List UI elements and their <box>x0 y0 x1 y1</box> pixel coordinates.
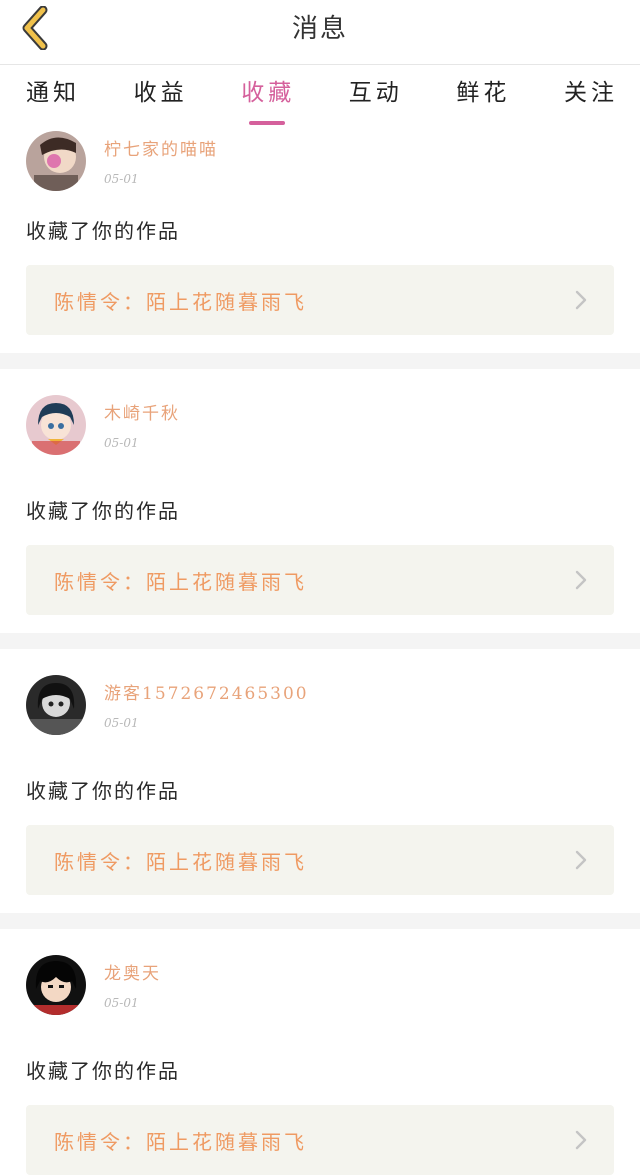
avatar[interactable] <box>26 131 86 191</box>
message-meta: 木崎千秋 05-01 <box>104 395 180 450</box>
chevron-right-icon <box>574 289 588 311</box>
avatar-image <box>26 395 86 455</box>
message-header: 龙奥天 05-01 <box>26 929 614 1039</box>
username[interactable]: 柠七家的喵喵 <box>104 135 218 160</box>
work-title: 陈情令：陌上花随暮雨飞 <box>54 569 307 594</box>
work-link[interactable]: 陈情令：陌上花随暮雨飞 <box>26 265 614 335</box>
message-meta: 龙奥天 05-01 <box>104 955 161 1010</box>
action-text: 收藏了你的作品 <box>26 219 180 243</box>
divider <box>0 353 640 369</box>
work-title: 陈情令：陌上花随暮雨飞 <box>54 849 307 874</box>
avatar[interactable] <box>26 955 86 1015</box>
divider <box>0 913 640 929</box>
avatar-image <box>26 131 86 191</box>
work-title: 陈情令：陌上花随暮雨飞 <box>54 289 307 314</box>
username[interactable]: 龙奥天 <box>104 959 161 984</box>
message-item: 柠七家的喵喵 05-01 收藏了你的作品 陈情令：陌上花随暮雨飞 <box>0 125 640 353</box>
message-item: 龙奥天 05-01 收藏了你的作品 陈情令：陌上花随暮雨飞 <box>0 929 640 1175</box>
avatar[interactable] <box>26 675 86 735</box>
message-item: 游客1572672465300 05-01 收藏了你的作品 陈情令：陌上花随暮雨… <box>0 649 640 913</box>
tab-follows[interactable]: 关注 <box>564 65 618 125</box>
work-link[interactable]: 陈情令：陌上花随暮雨飞 <box>26 1105 614 1175</box>
action-text: 收藏了你的作品 <box>26 779 180 803</box>
chevron-right-icon <box>574 569 588 591</box>
top-bar: 消息 <box>0 0 640 65</box>
avatar-image <box>26 675 86 735</box>
action-text: 收藏了你的作品 <box>26 1059 180 1083</box>
tab-favorites[interactable]: 收藏 <box>241 65 295 125</box>
tab-notifications[interactable]: 通知 <box>26 65 80 125</box>
message-header: 木崎千秋 05-01 <box>26 369 614 479</box>
message-meta: 游客1572672465300 05-01 <box>104 675 309 730</box>
message-header: 游客1572672465300 05-01 <box>26 649 614 759</box>
timestamp: 05-01 <box>104 996 139 1010</box>
avatar-image <box>26 955 86 1015</box>
tab-interactions[interactable]: 互动 <box>349 65 403 125</box>
chevron-right-icon <box>574 849 588 871</box>
work-link[interactable]: 陈情令：陌上花随暮雨飞 <box>26 825 614 895</box>
username[interactable]: 木崎千秋 <box>104 399 180 424</box>
action-text: 收藏了你的作品 <box>26 499 180 523</box>
work-title: 陈情令：陌上花随暮雨飞 <box>54 1129 307 1154</box>
tab-bar: 通知 收益 收藏 互动 鲜花 关注 <box>0 65 640 125</box>
work-link[interactable]: 陈情令：陌上花随暮雨飞 <box>26 545 614 615</box>
avatar[interactable] <box>26 395 86 455</box>
divider <box>0 633 640 649</box>
timestamp: 05-01 <box>104 436 139 450</box>
tab-earnings[interactable]: 收益 <box>134 65 188 125</box>
message-meta: 柠七家的喵喵 05-01 <box>104 131 218 186</box>
message-list: 柠七家的喵喵 05-01 收藏了你的作品 陈情令：陌上花随暮雨飞 木崎千秋 05… <box>0 125 640 1175</box>
message-item: 木崎千秋 05-01 收藏了你的作品 陈情令：陌上花随暮雨飞 <box>0 369 640 633</box>
timestamp: 05-01 <box>104 716 139 730</box>
page-title: 消息 <box>291 14 348 44</box>
timestamp: 05-01 <box>104 172 139 186</box>
username[interactable]: 游客1572672465300 <box>104 679 309 704</box>
tab-flowers[interactable]: 鲜花 <box>456 65 510 125</box>
message-header: 柠七家的喵喵 05-01 <box>26 125 614 199</box>
